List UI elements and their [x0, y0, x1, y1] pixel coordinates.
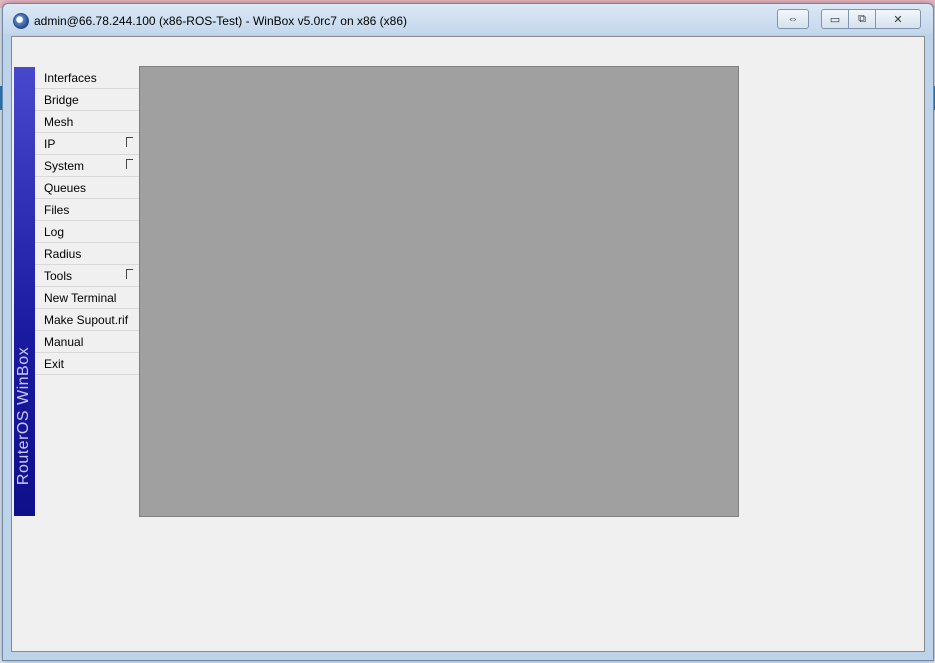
menu-item-bridge[interactable]: Bridge: [35, 89, 139, 111]
menu-item-label: Log: [44, 225, 65, 239]
menu-item-label: New Terminal: [44, 291, 117, 305]
menu-item-label: Mesh: [44, 115, 74, 129]
menu-item-label: Radius: [44, 247, 82, 261]
title-bar[interactable]: admin@66.78.244.100 (x86-ROS-Test) - Win…: [3, 4, 933, 34]
main-menu: Interfaces Bridge Mesh IP System Queues Files L…: [35, 67, 139, 375]
maximize-button[interactable]: ⧉: [848, 9, 876, 29]
menu-item-tools[interactable]: Tools: [35, 265, 139, 287]
menu-item-queues[interactable]: Queues: [35, 177, 139, 199]
menu-item-mesh[interactable]: Mesh: [35, 111, 139, 133]
brand-label: RouterOS WinBox: [15, 346, 33, 486]
menu-item-label: Interfaces: [44, 71, 97, 85]
resize-button[interactable]: ⇔: [777, 9, 809, 29]
menu-item-system[interactable]: System: [35, 155, 139, 177]
menu-item-new-terminal[interactable]: New Terminal: [35, 287, 139, 309]
menu-item-label: Bridge: [44, 93, 79, 107]
menu-item-label: Queues: [44, 181, 87, 195]
submenu-arrow-icon: [126, 159, 133, 169]
menu-item-make-supout-rif[interactable]: Make Supout.rif: [35, 309, 139, 331]
menu-item-label: IP: [44, 137, 56, 151]
menu-item-files[interactable]: Files: [35, 199, 139, 221]
winbox-app-icon[interactable]: [13, 13, 29, 29]
submenu-arrow-icon: [126, 137, 133, 147]
menu-item-ip[interactable]: IP: [35, 133, 139, 155]
client-area: RouterOS WinBox Interfaces Bridge Mesh IP Sy…: [11, 36, 925, 652]
menu-item-manual[interactable]: Manual: [35, 331, 139, 353]
menu-item-label: Manual: [44, 335, 84, 349]
menu-item-label: Make Supout.rif: [44, 313, 129, 327]
menu-item-exit[interactable]: Exit: [35, 353, 139, 375]
menu-item-label: System: [44, 159, 85, 173]
brand-bar: RouterOS WinBox: [14, 67, 35, 516]
minimize-button[interactable]: ▭: [821, 9, 849, 29]
workspace-area[interactable]: [139, 66, 739, 517]
window-title: admin@66.78.244.100 (x86-ROS-Test) - Win…: [34, 14, 408, 28]
winbox-window: admin@66.78.244.100 (x86-ROS-Test) - Win…: [2, 3, 934, 661]
submenu-arrow-icon: [126, 269, 133, 279]
menu-item-label: Exit: [44, 357, 65, 371]
menu-item-radius[interactable]: Radius: [35, 243, 139, 265]
menu-item-log[interactable]: Log: [35, 221, 139, 243]
close-button[interactable]: ✕: [875, 9, 921, 29]
menu-item-label: Tools: [44, 269, 73, 283]
menu-item-label: Files: [44, 203, 70, 217]
menu-item-interfaces[interactable]: Interfaces: [35, 67, 139, 89]
